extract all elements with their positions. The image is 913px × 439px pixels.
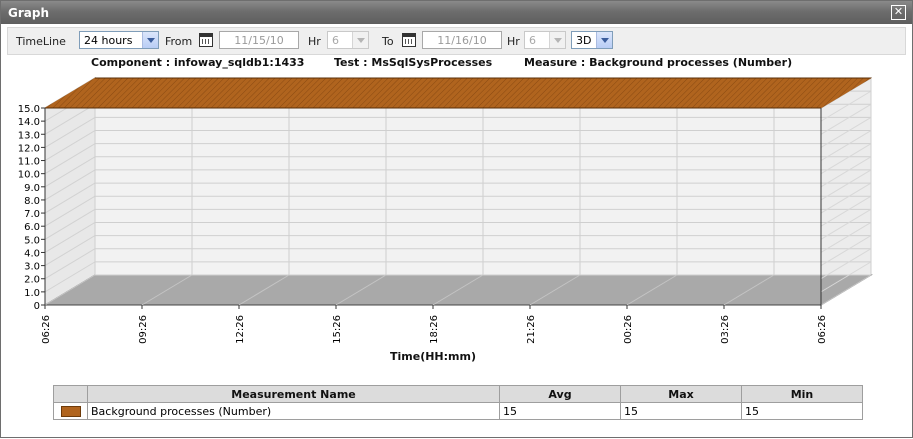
chart-walls xyxy=(43,77,873,306)
x-axis-ticks: 06:26 09:26 12:26 15:26 18:26 21:26 00:26 03:26… xyxy=(41,305,828,344)
series-color-cell xyxy=(53,402,88,420)
series-color-swatch xyxy=(60,406,81,417)
y-tick-label: 9.0 xyxy=(24,183,40,194)
y-tick-label: 5.0 xyxy=(24,235,40,246)
x-tick-label: 06:26 xyxy=(817,315,828,344)
right-wall xyxy=(820,77,872,306)
y-tick-label: 8.0 xyxy=(24,196,40,207)
y-tick-label: 10.0 xyxy=(18,170,40,181)
table-row: Background processes (Number) 15 15 15 xyxy=(53,402,863,420)
x-tick-label: 21:26 xyxy=(526,315,537,344)
y-tick-label: 6.0 xyxy=(24,222,40,233)
x-tick-label: 12:26 xyxy=(235,315,246,344)
min-column-header: Min xyxy=(741,385,863,403)
y-tick-label: 0 xyxy=(34,301,40,312)
x-tick-label: 00:26 xyxy=(623,315,634,344)
y-tick-label: 15.0 xyxy=(18,104,40,115)
y-tick-label: 13.0 xyxy=(18,130,40,141)
y-tick-label: 3.0 xyxy=(24,262,40,273)
x-tick-label: 09:26 xyxy=(138,315,149,344)
x-tick-label: 15:26 xyxy=(332,315,343,344)
measurement-table: Measurement Name Avg Max Min Background … xyxy=(53,385,863,420)
table-header-row: Measurement Name Avg Max Min xyxy=(53,385,863,403)
graph-window: Graph ✕ TimeLine 24 hours From 11/15/10 … xyxy=(0,0,913,438)
y-tick-label: 12.0 xyxy=(18,143,40,154)
measurement-name-column-header: Measurement Name xyxy=(87,385,500,403)
measurement-name-cell: Background processes (Number) xyxy=(87,402,500,420)
left-wall xyxy=(44,77,96,306)
y-tick-label: 7.0 xyxy=(24,209,40,220)
y-tick-label: 4.0 xyxy=(24,248,40,259)
y-tick-label: 2.0 xyxy=(24,275,40,286)
area-chart: 0 1.0 2.0 3.0 4.0 5.0 6.0 7.0 8.0 9.0 10.0 11.0 12.0… xyxy=(18,77,873,363)
min-cell: 15 xyxy=(741,402,863,420)
x-tick-label: 06:26 xyxy=(41,315,52,344)
avg-cell: 15 xyxy=(499,402,621,420)
color-column-header xyxy=(53,385,88,403)
max-cell: 15 xyxy=(620,402,742,420)
y-tick-label: 1.0 xyxy=(24,288,40,299)
avg-column-header: Avg xyxy=(499,385,621,403)
x-tick-label: 18:26 xyxy=(429,315,440,344)
x-tick-label: 03:26 xyxy=(720,315,731,344)
y-axis-ticks: 0 1.0 2.0 3.0 4.0 5.0 6.0 7.0 8.0 9.0 10.0 11.0 12.0… xyxy=(18,104,45,312)
y-tick-label: 11.0 xyxy=(18,157,40,168)
y-tick-label: 14.0 xyxy=(18,117,40,128)
max-column-header: Max xyxy=(620,385,742,403)
x-axis-label: Time(HH:mm) xyxy=(390,350,476,363)
